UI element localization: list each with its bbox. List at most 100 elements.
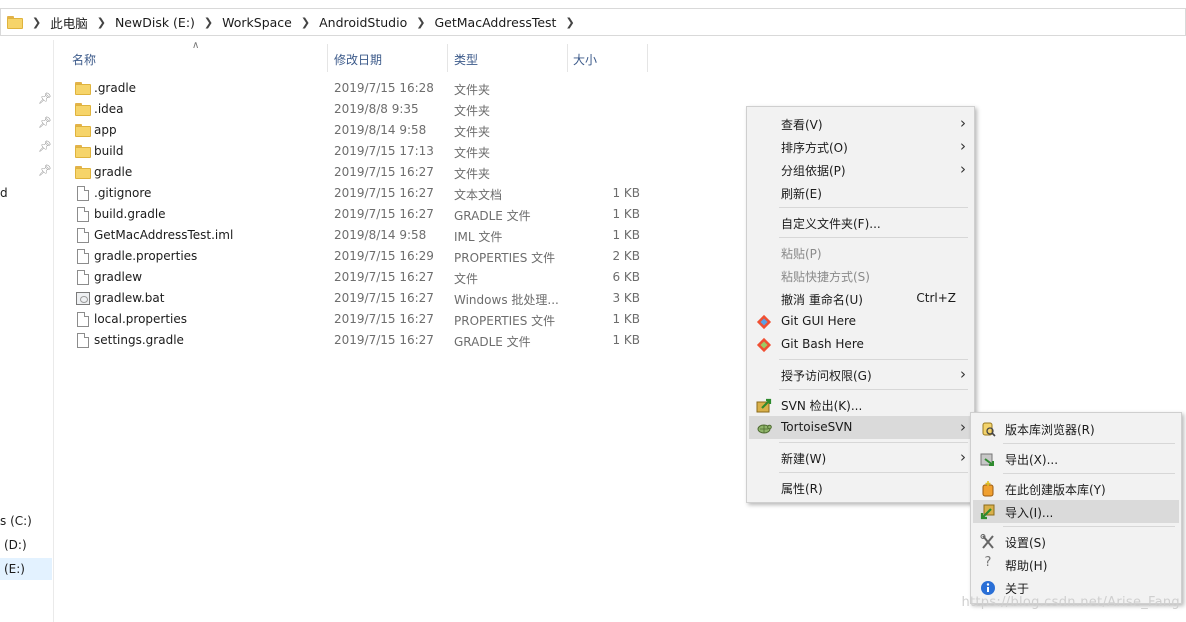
file-date: 2019/7/15 16:27: [334, 291, 434, 305]
column-header-date[interactable]: 修改日期: [334, 51, 382, 68]
file-row[interactable]: gradle 2019/7/15 16:27 文件夹: [72, 162, 652, 183]
file-date: 2019/8/14 9:58: [334, 228, 427, 242]
pin-icon[interactable]: 📌︎: [38, 140, 52, 153]
file-name: app: [94, 123, 117, 137]
column-divider[interactable]: [327, 44, 328, 72]
file-row[interactable]: local.properties 2019/7/15 16:27 PROPERTIE…: [72, 309, 652, 330]
file-row[interactable]: build 2019/7/15 17:13 文件夹: [72, 141, 652, 162]
menu-item-help[interactable]: ? 帮助(H): [973, 553, 1179, 576]
menu-item-settings[interactable]: 设置(S): [973, 530, 1179, 553]
breadcrumb-newdisk[interactable]: NewDisk (E:): [115, 15, 195, 30]
chevron-right-icon: ›: [960, 114, 966, 132]
nav-item-drive-d[interactable]: (D:): [4, 538, 27, 552]
menu-separator: [1003, 473, 1175, 474]
file-row[interactable]: .idea 2019/8/8 9:35 文件夹: [72, 99, 652, 120]
file-date: 2019/7/15 16:27: [334, 333, 434, 347]
pin-icon[interactable]: 📌︎: [38, 164, 52, 177]
breadcrumb-this-pc[interactable]: 此电脑: [50, 13, 88, 32]
chevron-right-icon: ›: [960, 448, 966, 466]
menu-item-git-bash[interactable]: Git Bash Here: [749, 333, 972, 356]
chevron-right-icon[interactable]: ❯: [32, 16, 41, 29]
file-type: IML 文件: [454, 230, 503, 244]
help-icon: ?: [984, 555, 992, 570]
file-row[interactable]: gradle.properties 2019/7/15 16:29 PROPERTI…: [72, 246, 652, 267]
file-name: gradle.properties: [94, 249, 198, 263]
menu-item-refresh[interactable]: 刷新(E): [749, 181, 972, 204]
menu-item-group-by[interactable]: 分组依据(P) ›: [749, 158, 972, 181]
nav-item-quick-access[interactable]: d: [0, 186, 8, 200]
column-divider[interactable]: [647, 44, 648, 72]
nav-item-drive-c[interactable]: s (C:): [0, 514, 32, 528]
shortcut-label: Ctrl+Z: [916, 291, 956, 305]
chevron-right-icon: ›: [960, 160, 966, 178]
file-row[interactable]: build.gradle 2019/7/15 16:27 GRADLE 文件 1 KB: [72, 204, 652, 225]
file-row[interactable]: GetMacAddressTest.iml 2019/8/14 9:58 IML 文…: [72, 225, 652, 246]
nav-item-drive-e[interactable]: (E:): [4, 562, 25, 576]
chevron-right-icon[interactable]: ❯: [301, 16, 310, 29]
import-icon: [980, 504, 995, 520]
watermark: https://blog.csdn.net/Arise_Fang: [961, 595, 1180, 610]
file-date: 2019/8/14 9:58: [334, 123, 427, 137]
file-row[interactable]: gradlew.bat 2019/7/15 16:27 Windows 批处理...…: [72, 288, 652, 309]
file-row[interactable]: app 2019/8/14 9:58 文件夹: [72, 120, 652, 141]
file-type: PROPERTIES 文件: [454, 251, 556, 265]
file-type: 文件夹: [454, 104, 491, 118]
sort-ascending-icon: ∧: [192, 40, 200, 51]
file-type: 文本文档: [454, 188, 503, 202]
column-header-name[interactable]: 名称: [72, 51, 96, 68]
column-header-size[interactable]: 大小: [573, 51, 597, 68]
column-divider[interactable]: [567, 44, 568, 72]
file-type: GRADLE 文件: [454, 209, 531, 223]
menu-item-properties[interactable]: 属性(R): [749, 476, 972, 499]
breadcrumb-androidstudio[interactable]: AndroidStudio: [319, 15, 407, 30]
file-name: GetMacAddressTest.iml: [94, 228, 234, 242]
breadcrumb-workspace[interactable]: WorkSpace: [222, 15, 292, 30]
menu-item-repo-browser[interactable]: 版本库浏览器(R): [973, 417, 1179, 440]
file-row[interactable]: gradlew 2019/7/15 16:27 文件 6 KB: [72, 267, 652, 288]
file-size: 2 KB: [612, 249, 640, 263]
address-bar[interactable]: ❯ 此电脑 ❯ NewDisk (E:) ❯ WorkSpace ❯ Andro…: [0, 8, 1186, 36]
pin-icon[interactable]: 📌︎: [38, 116, 52, 129]
menu-item-export[interactable]: 导出(X)...: [973, 447, 1179, 470]
menu-item-undo-rename[interactable]: 撤消 重命名(U) Ctrl+Z: [749, 287, 972, 310]
menu-item-svn-checkout[interactable]: SVN 检出(K)...: [749, 393, 972, 416]
menu-item-import[interactable]: 导入(I)...: [973, 500, 1179, 523]
file-date: 2019/7/15 16:27: [334, 186, 434, 200]
file-size: 1 KB: [612, 207, 640, 221]
file-size: 3 KB: [612, 291, 640, 305]
menu-item-tortoisesvn[interactable]: TortoiseSVN ›: [749, 416, 972, 439]
create-repo-icon: [982, 481, 994, 497]
file-row[interactable]: settings.gradle 2019/7/15 16:27 GRADLE 文件 1…: [72, 330, 652, 351]
breadcrumb-project[interactable]: GetMacAddressTest: [434, 15, 556, 30]
column-divider[interactable]: [447, 44, 448, 72]
menu-item-git-gui[interactable]: Git GUI Here: [749, 310, 972, 333]
chevron-right-icon[interactable]: ❯: [97, 16, 106, 29]
chevron-right-icon[interactable]: ❯: [416, 16, 425, 29]
file-name: .gradle: [94, 81, 137, 95]
file-size: 1 KB: [612, 186, 640, 200]
folder-icon: [7, 15, 23, 29]
menu-separator: [1003, 443, 1175, 444]
menu-item-paste: 粘贴(P): [781, 247, 822, 261]
file-size: 1 KB: [612, 333, 640, 347]
settings-icon: [980, 534, 994, 549]
file-row[interactable]: .gitignore 2019/7/15 16:27 文本文档 1 KB: [72, 183, 652, 204]
file-row[interactable]: .gradle 2019/7/15 16:28 文件夹: [72, 78, 652, 99]
menu-separator: [779, 442, 968, 443]
tortoisesvn-icon: [757, 424, 772, 434]
menu-item-new[interactable]: 新建(W) ›: [749, 446, 972, 469]
menu-item-give-access[interactable]: 授予访问权限(G) ›: [749, 363, 972, 386]
menu-item-sort-by[interactable]: 排序方式(O) ›: [749, 135, 972, 158]
chevron-right-icon[interactable]: ❯: [204, 16, 213, 29]
file-date: 2019/7/15 17:13: [334, 144, 434, 158]
file-date: 2019/7/15 16:27: [334, 165, 434, 179]
menu-item-create-repo[interactable]: 在此创建版本库(Y): [973, 477, 1179, 500]
menu-item-view[interactable]: 查看(V) ›: [749, 112, 972, 135]
menu-separator: [779, 207, 968, 208]
pin-icon[interactable]: 📌︎: [38, 92, 52, 105]
breadcrumb: ❯ 此电脑 ❯ NewDisk (E:) ❯ WorkSpace ❯ Andro…: [7, 9, 584, 35]
chevron-right-icon[interactable]: ❯: [565, 16, 574, 29]
column-header-type[interactable]: 类型: [454, 51, 478, 68]
menu-item-customize-folder[interactable]: 自定义文件夹(F)...: [749, 211, 972, 234]
chevron-right-icon: ›: [960, 137, 966, 155]
